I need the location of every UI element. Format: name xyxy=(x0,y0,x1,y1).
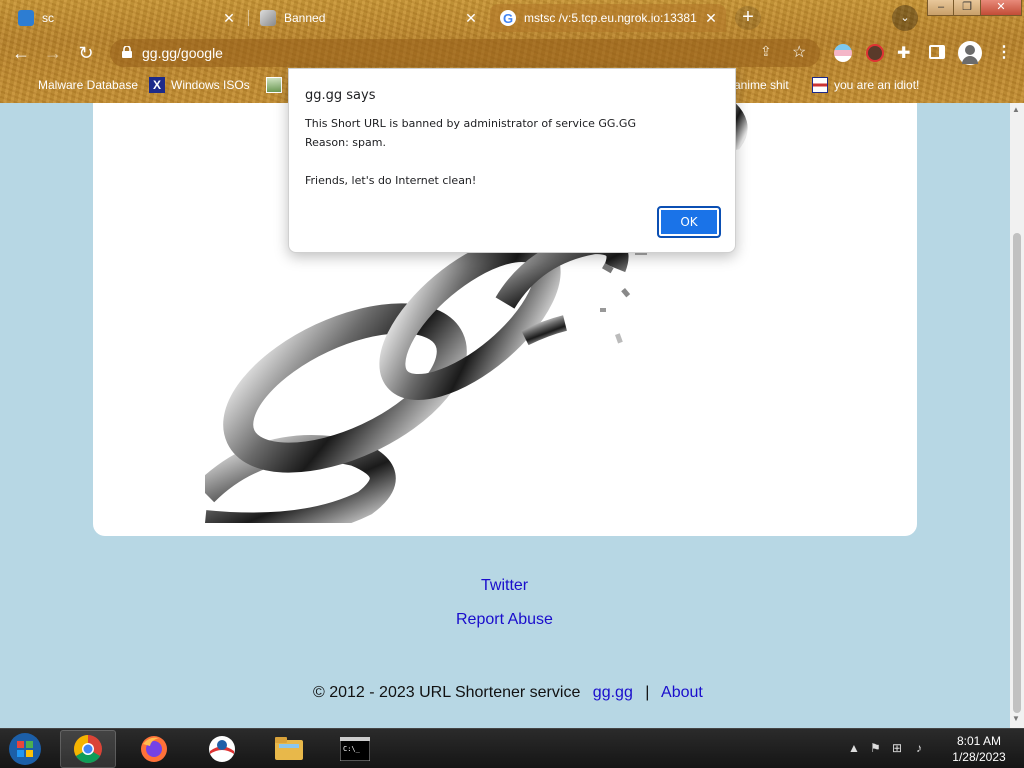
action-center-flag-icon[interactable]: ⚑ xyxy=(870,741,881,755)
extensions-puzzle-icon[interactable]: ✚ xyxy=(897,43,910,63)
image-bookmark-icon xyxy=(266,77,282,93)
start-button[interactable] xyxy=(0,730,50,768)
alert-dialog: gg.gg says This Short URL is banned by a… xyxy=(288,68,736,253)
windows-start-orb-icon xyxy=(9,733,41,765)
bookmark-image[interactable] xyxy=(266,75,288,95)
taskbar-chrome[interactable] xyxy=(60,730,116,768)
side-panel-icon[interactable] xyxy=(929,45,945,59)
bookmark-star-icon[interactable]: ☆ xyxy=(792,42,806,62)
chrome-icon xyxy=(74,735,102,763)
bookmark-windows-isos[interactable]: X Windows ISOs xyxy=(149,75,250,95)
dialog-title: gg.gg says xyxy=(305,88,376,103)
tab-title: sc xyxy=(42,11,54,25)
dialog-closing-line: Friends, let's do Internet clean! xyxy=(305,174,477,187)
tab-close-icon[interactable]: ✕ xyxy=(220,10,238,27)
tab-close-icon[interactable]: ✕ xyxy=(462,10,480,27)
minimize-button[interactable]: – xyxy=(927,0,955,16)
bookmark-label: you are an idiot! xyxy=(834,78,920,92)
command-prompt-icon: C:\_ xyxy=(340,737,370,761)
share-icon[interactable]: ⇪ xyxy=(760,43,772,60)
url-text: gg.gg/google xyxy=(142,45,223,61)
copyright-footer: © 2012 - 2023 URL Shortener service gg.g… xyxy=(313,684,703,702)
svg-text:G: G xyxy=(503,11,513,26)
scroll-up-arrow-icon[interactable]: ▲ xyxy=(1012,105,1020,114)
bookmark-you-are-an-idiot[interactable]: you are an idiot! xyxy=(812,75,919,95)
vertical-scrollbar[interactable]: ▲ ▼ xyxy=(1010,103,1024,728)
window-close-button[interactable]: ✕ xyxy=(980,0,1022,16)
footer-separator: | xyxy=(645,684,650,701)
tab-sc[interactable]: sc ✕ xyxy=(8,4,244,32)
taskbar-file-explorer[interactable] xyxy=(261,730,317,768)
browser-menu-icon[interactable]: ⋮ xyxy=(996,42,1012,62)
remote-desktop-icon xyxy=(18,10,34,26)
taskbar-firefox[interactable] xyxy=(126,730,182,768)
browser-toolbar: ← → ↻ gg.gg/google ⇪ ☆ ✚ ⋮ xyxy=(0,36,1024,70)
show-hidden-icons-icon[interactable]: ▲ xyxy=(848,741,860,755)
scroll-thumb[interactable] xyxy=(1013,233,1021,713)
bookmark-malware-database[interactable]: Malware Database xyxy=(16,75,138,95)
taskbar-command-prompt[interactable]: C:\_ xyxy=(327,730,383,768)
volume-icon[interactable]: ♪ xyxy=(916,741,922,755)
dialog-reason-line: Reason: spam. xyxy=(305,136,386,149)
ok-button[interactable]: OK xyxy=(657,206,721,238)
about-link[interactable]: About xyxy=(661,684,703,701)
twitter-link[interactable]: Twitter xyxy=(481,577,528,595)
back-button[interactable]: ← xyxy=(8,40,34,66)
new-tab-button[interactable]: + xyxy=(735,6,761,30)
folder-icon xyxy=(275,737,303,760)
bookmark-label: Malware Database xyxy=(38,78,139,92)
bookmark-blank-icon xyxy=(16,77,32,93)
trans-flag-extension-icon[interactable] xyxy=(834,44,852,62)
bookmark-anime[interactable]: anime shit xyxy=(734,75,789,95)
uk-flag-icon xyxy=(812,77,828,93)
tab-title: Banned xyxy=(284,11,326,25)
tab-title: mstsc /v:5.tcp.eu.ngrok.io:13381 xyxy=(524,11,697,25)
forward-button[interactable]: → xyxy=(40,40,66,66)
svg-text:C:\_: C:\_ xyxy=(343,745,361,753)
chain-favicon-icon xyxy=(260,10,276,26)
campaign-logo-icon xyxy=(209,736,235,762)
gg-gg-link[interactable]: gg.gg xyxy=(593,684,633,701)
reload-button[interactable]: ↻ xyxy=(73,40,99,66)
dialog-message-line: This Short URL is banned by administrato… xyxy=(305,117,636,130)
taskbar-clock[interactable]: 8:01 AM 1/28/2023 xyxy=(940,733,1018,765)
network-icon[interactable]: ⊞ xyxy=(892,741,902,755)
taskbar-internet-explorer[interactable] xyxy=(194,730,250,768)
report-abuse-link[interactable]: Report Abuse xyxy=(456,611,553,629)
tab-mstsc[interactable]: G mstsc /v:5.tcp.eu.ngrok.io:13381 ✕ xyxy=(490,4,726,32)
tab-separator xyxy=(248,10,249,26)
scroll-down-arrow-icon[interactable]: ▼ xyxy=(1012,714,1020,723)
profile-avatar-icon[interactable] xyxy=(958,41,982,65)
tab-close-icon[interactable]: ✕ xyxy=(702,10,720,27)
tab-search-button[interactable]: ⌄ xyxy=(892,5,918,31)
windows-taskbar: C:\_ ▲ ⚑ ⊞ ♪ 8:01 AM 1/28/2023 xyxy=(0,728,1024,768)
bookmark-label: anime shit xyxy=(734,78,789,92)
google-icon: G xyxy=(500,10,516,26)
lock-icon xyxy=(122,46,132,58)
firefox-icon xyxy=(141,736,167,762)
x-logo-icon: X xyxy=(149,77,165,93)
copyright-text: © 2012 - 2023 URL Shortener service xyxy=(313,684,581,701)
avatar-extension-icon[interactable] xyxy=(866,44,884,62)
maximize-button[interactable]: ❐ xyxy=(953,0,981,16)
tab-banned[interactable]: Banned ✕ xyxy=(250,4,486,32)
clock-time: 8:01 AM xyxy=(956,734,1002,748)
bookmark-label: Windows ISOs xyxy=(171,78,250,92)
clock-date: 1/28/2023 xyxy=(952,750,1006,764)
address-bar[interactable]: gg.gg/google ⇪ ☆ xyxy=(110,39,820,67)
